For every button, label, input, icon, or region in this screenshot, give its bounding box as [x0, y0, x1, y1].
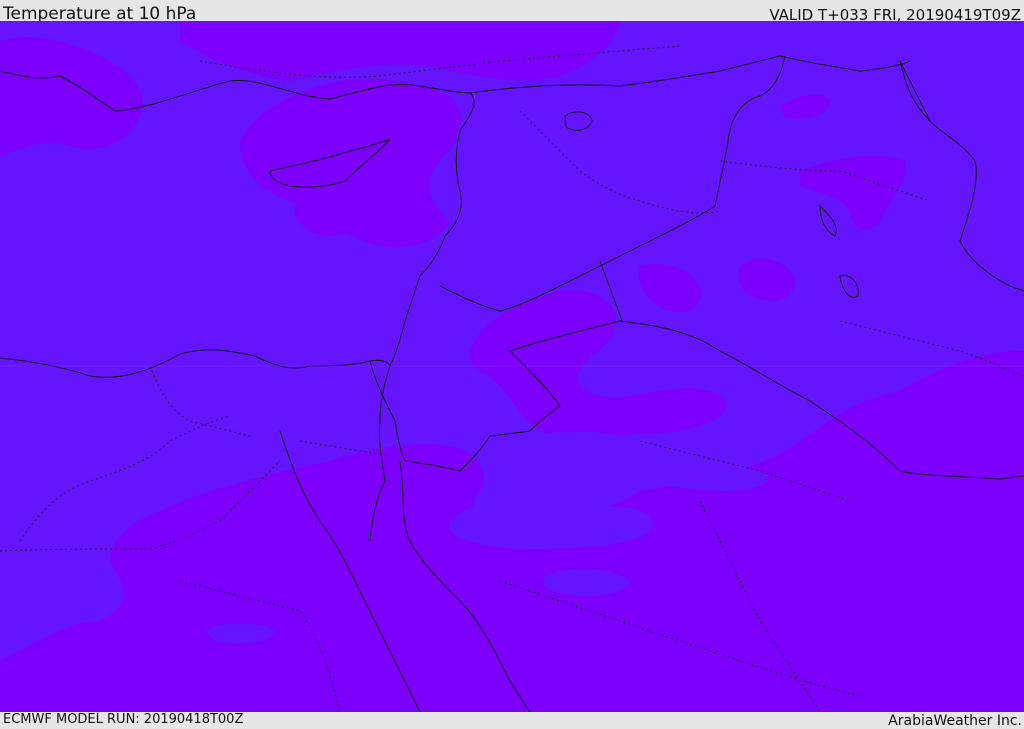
weather-map — [0, 21, 1024, 712]
header-bar: Temperature at 10 hPa VALID T+033 FRI, 2… — [0, 0, 1024, 24]
model-run-label: ECMWF MODEL RUN: 20190418T00Z — [3, 712, 244, 727]
brand-label: ArabiaWeather Inc. — [888, 713, 1022, 729]
footer-bar: ECMWF MODEL RUN: 20190418T00Z ArabiaWeat… — [0, 712, 1024, 729]
temperature-map-svg — [0, 21, 1024, 712]
